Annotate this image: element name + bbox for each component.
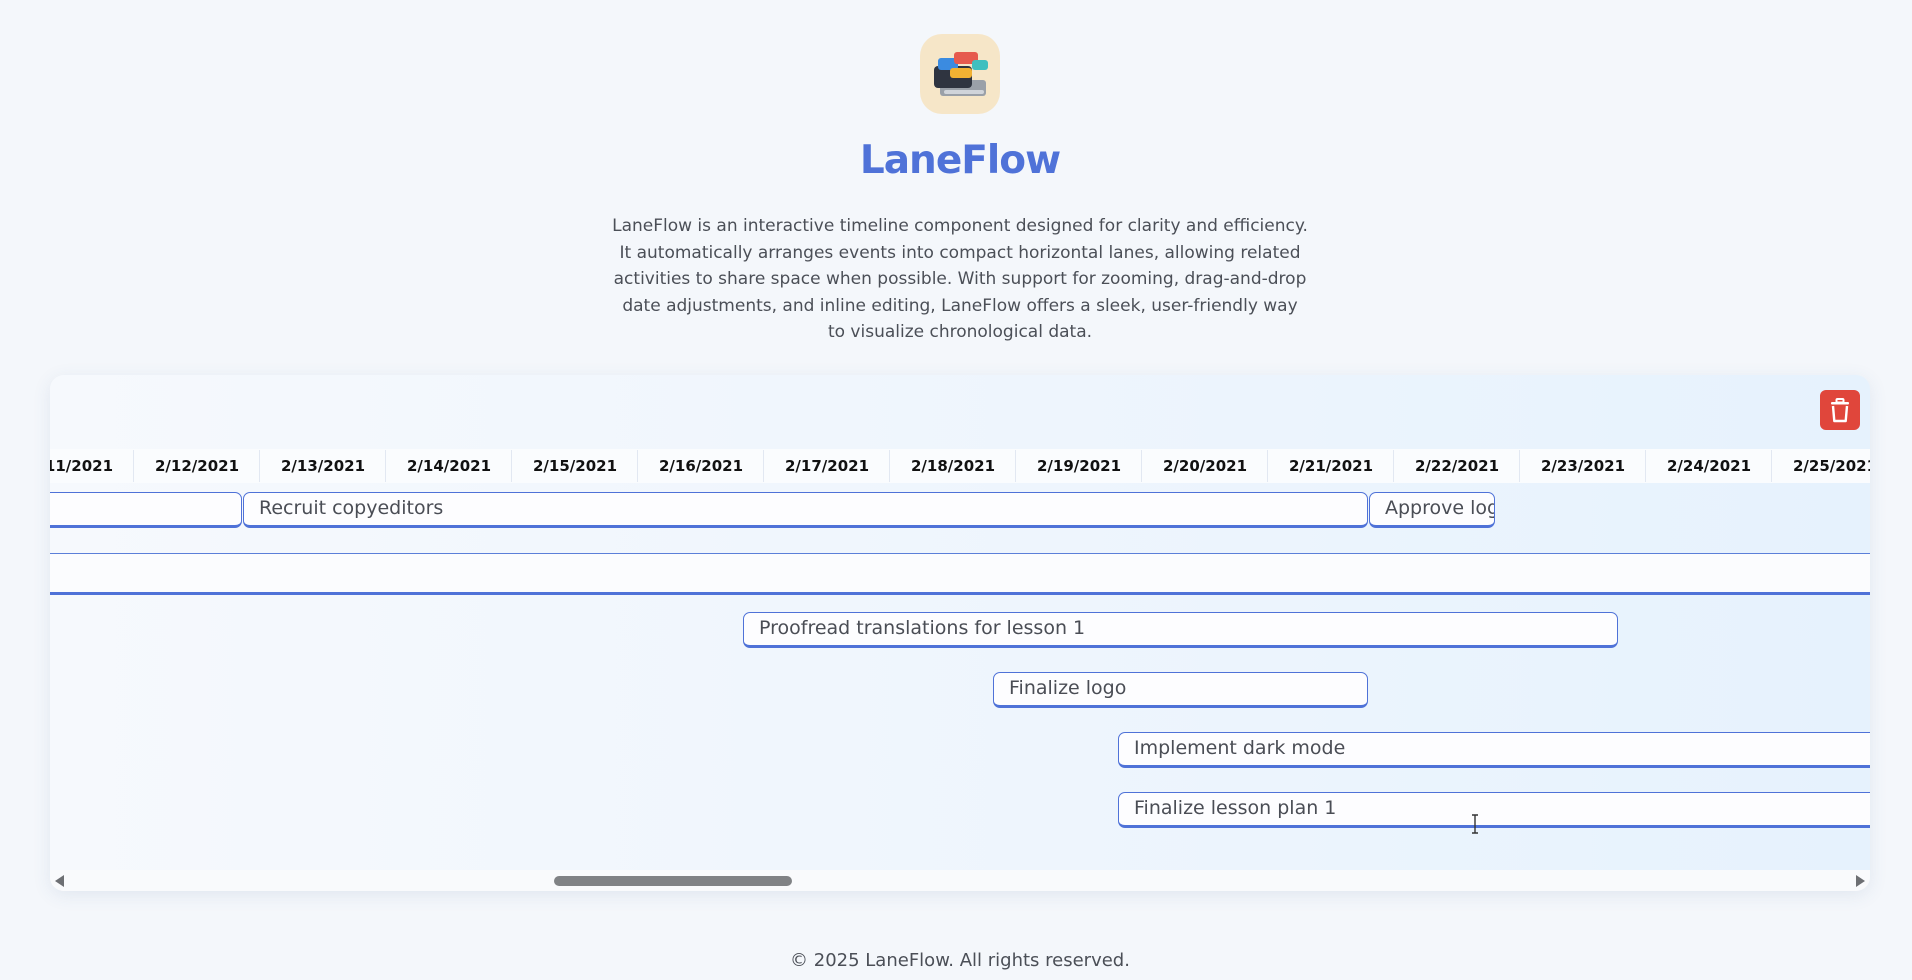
date-tick: 2/11/2021: [50, 449, 134, 483]
date-tick: 2/24/2021: [1646, 449, 1772, 483]
date-tick: 2/13/2021: [260, 449, 386, 483]
date-tick: 2/18/2021: [890, 449, 1016, 483]
date-tick: 2/21/2021: [1268, 449, 1394, 483]
date-tick: 2/23/2021: [1520, 449, 1646, 483]
date-tick: 2/22/2021: [1394, 449, 1520, 483]
timeline-event[interactable]: Recruit copyeditors: [243, 492, 1368, 528]
timeline-event[interactable]: Finalize logo: [993, 672, 1368, 708]
footer-copyright: © 2025 LaneFlow. All rights reserved.: [790, 950, 1130, 971]
app-title: LaneFlow: [859, 138, 1061, 183]
scrollbar-thumb[interactable]: [554, 876, 792, 886]
scroll-right-arrow-icon[interactable]: [1856, 875, 1865, 887]
date-tick: 2/25/2021: [1772, 449, 1870, 483]
text-cursor-icon: [1472, 814, 1478, 834]
date-tick: 2/16/2021: [638, 449, 764, 483]
date-tick: 2/15/2021: [512, 449, 638, 483]
date-tick: 2/17/2021: [764, 449, 890, 483]
timeline-event[interactable]: Proofread translations for lesson 1: [743, 612, 1618, 648]
date-tick: 2/12/2021: [134, 449, 260, 483]
date-tick: 2/20/2021: [1142, 449, 1268, 483]
date-tick: 2/14/2021: [386, 449, 512, 483]
horizontal-scrollbar[interactable]: [50, 870, 1870, 891]
date-tick: 2/19/2021: [1016, 449, 1142, 483]
timeline-event[interactable]: Finalize lesson plan 1: [1118, 792, 1870, 828]
scroll-left-arrow-icon[interactable]: [55, 875, 64, 887]
app-description: LaneFlow is an interactive timeline comp…: [612, 216, 1308, 342]
lane-separator-band: [50, 553, 1870, 595]
timeline-event[interactable]: Implement dark mode: [1118, 732, 1870, 768]
timeline-event[interactable]: Approve log: [1369, 492, 1495, 528]
timeline-logo-icon: [920, 34, 1000, 114]
timeline-panel: 2/11/2021 2/12/2021 2/13/2021 2/14/2021 …: [50, 375, 1870, 891]
trash-icon: [1831, 398, 1849, 423]
delete-button[interactable]: [1820, 390, 1860, 430]
timeline-event[interactable]: [50, 492, 242, 528]
date-ruler: 2/11/2021 2/12/2021 2/13/2021 2/14/2021 …: [50, 449, 1870, 483]
